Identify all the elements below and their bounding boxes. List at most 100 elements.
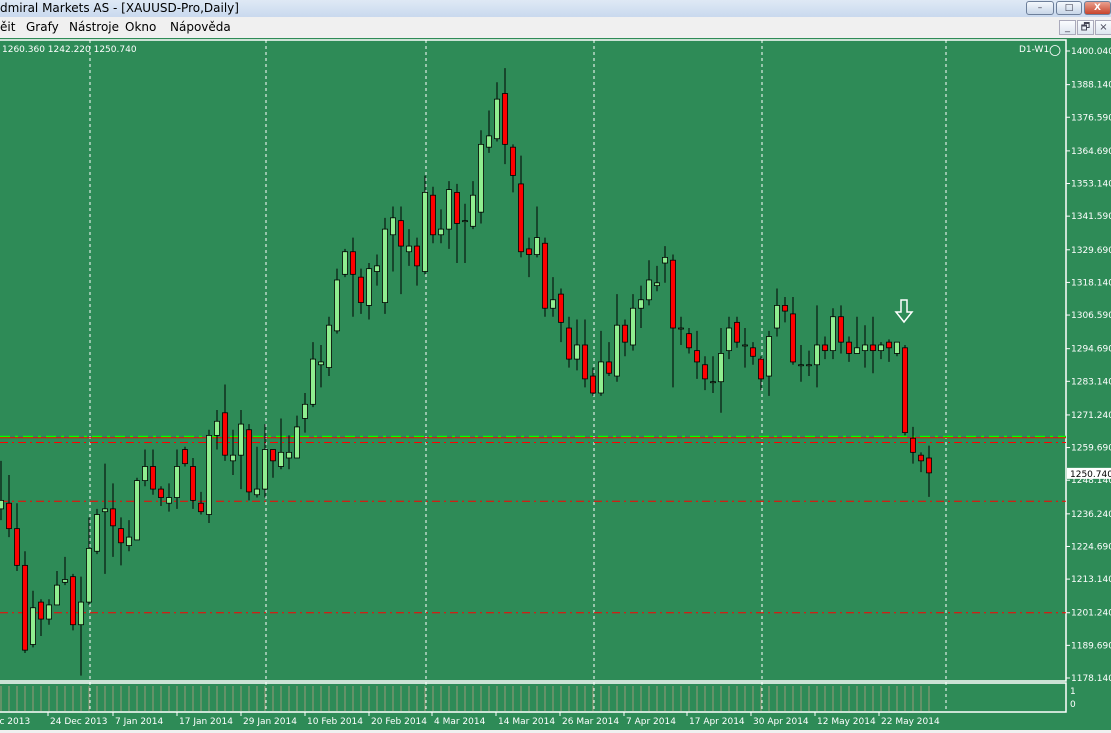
bull-candle	[342, 251, 348, 275]
timeframe-label: D1-W1	[1019, 45, 1050, 55]
bull-candle	[630, 307, 636, 346]
date-label: 4 Mar 2014	[434, 717, 486, 727]
bull-candle	[422, 191, 428, 272]
bear-candle	[902, 347, 908, 433]
down-arrow-icon	[894, 299, 914, 324]
bull-candle	[390, 217, 396, 236]
bull-candle	[214, 420, 220, 436]
bear-candle	[590, 375, 596, 394]
price-tick-label: 1318.140	[1071, 278, 1111, 288]
bull-candle	[126, 536, 132, 546]
bear-candle	[734, 321, 740, 343]
indicator-tick-label: 0	[1070, 700, 1076, 710]
bear-candle	[38, 601, 44, 620]
indicator-panel-border	[0, 682, 1067, 713]
bear-candle	[70, 576, 76, 626]
bull-candle	[878, 344, 884, 352]
bear-candle	[694, 350, 700, 363]
bear-candle	[606, 361, 612, 374]
price-tick-label: 1388.140	[1071, 81, 1111, 91]
bear-candle	[838, 316, 844, 343]
bull-candle	[646, 279, 652, 301]
date-label: 12 May 2014	[817, 717, 876, 727]
bull-candle	[318, 361, 324, 366]
date-label: 20 Feb 2014	[371, 717, 427, 727]
bull-candle	[742, 344, 748, 347]
date-label: 26 Mar 2014	[562, 717, 619, 727]
date-label: 17 Apr 2014	[689, 717, 745, 727]
bear-candle	[910, 437, 916, 453]
price-tick-label: 1341.590	[1071, 212, 1111, 222]
bull-candle	[662, 256, 668, 264]
bull-candle	[278, 451, 284, 467]
price-tick-label: 1271.240	[1071, 411, 1111, 421]
current-price-label: 1250.740	[1070, 470, 1111, 480]
bull-candle	[494, 98, 500, 140]
date-label: 10 Feb 2014	[307, 717, 363, 727]
bull-candle	[302, 403, 308, 419]
bull-candle	[206, 434, 212, 515]
price-tick-label: 1236.240	[1071, 510, 1111, 520]
bear-candle	[222, 412, 228, 456]
bull-candle	[718, 353, 724, 383]
bear-candle	[542, 242, 548, 309]
bull-candle	[238, 423, 244, 456]
bull-candle	[574, 344, 580, 360]
price-tick-label: 1224.690	[1071, 542, 1111, 552]
price-tick-label: 1283.140	[1071, 377, 1111, 387]
bear-candle	[414, 245, 420, 267]
bull-candle	[46, 604, 52, 620]
bull-candle	[62, 579, 68, 583]
bull-candle	[94, 514, 100, 552]
bear-candle	[526, 248, 532, 255]
bull-candle	[766, 336, 772, 377]
bull-candle	[134, 480, 140, 541]
bull-candle	[830, 316, 836, 352]
bear-candle	[558, 293, 564, 323]
bear-candle	[702, 364, 708, 380]
bull-candle	[374, 265, 380, 272]
bear-candle	[22, 564, 28, 651]
bull-candle	[326, 324, 332, 368]
bull-candle	[862, 344, 868, 352]
bull-candle	[798, 364, 804, 367]
bull-candle	[382, 228, 388, 303]
bull-candle	[486, 135, 492, 148]
bull-candle	[142, 466, 148, 482]
bear-candle	[790, 313, 796, 363]
bear-candle	[582, 344, 588, 380]
bull-candle	[774, 305, 780, 329]
bear-candle	[566, 327, 572, 360]
price-tick-label: 1259.690	[1071, 444, 1111, 454]
bull-candle	[462, 220, 468, 223]
bear-candle	[622, 324, 628, 343]
candlestick-chart[interactable]: 1400.040 1388.140 1376.590 1364.690 1353.140…	[0, 0, 1111, 733]
bull-candle	[438, 228, 444, 236]
bear-candle	[510, 146, 516, 176]
price-tick-label: 1353.140	[1071, 180, 1111, 190]
bear-candle	[686, 333, 692, 349]
bull-candle	[854, 347, 860, 354]
price-tick-label: 1364.690	[1071, 147, 1111, 157]
bear-candle	[150, 466, 156, 490]
price-tick-label: 1306.590	[1071, 311, 1111, 321]
sad-face-icon	[1049, 45, 1061, 56]
bear-candle	[750, 347, 756, 357]
bear-candle	[926, 457, 932, 474]
bull-candle	[806, 364, 812, 367]
bull-candle	[614, 324, 620, 377]
bull-candle	[334, 279, 340, 332]
bear-candle	[14, 528, 20, 566]
price-tick-label: 1178.140	[1071, 674, 1111, 684]
bear-candle	[822, 344, 828, 352]
date-label: 7 Apr 2014	[626, 717, 676, 727]
date-label: 29 Jan 2014	[243, 717, 297, 727]
bull-candle	[550, 299, 556, 309]
bull-candle	[262, 449, 268, 490]
bull-candle	[166, 497, 172, 504]
bull-candle	[446, 189, 452, 230]
date-label: 24 Dec 2013	[50, 717, 108, 727]
bull-candle	[678, 327, 684, 330]
bear-candle	[198, 502, 204, 513]
bull-candle	[598, 361, 604, 394]
